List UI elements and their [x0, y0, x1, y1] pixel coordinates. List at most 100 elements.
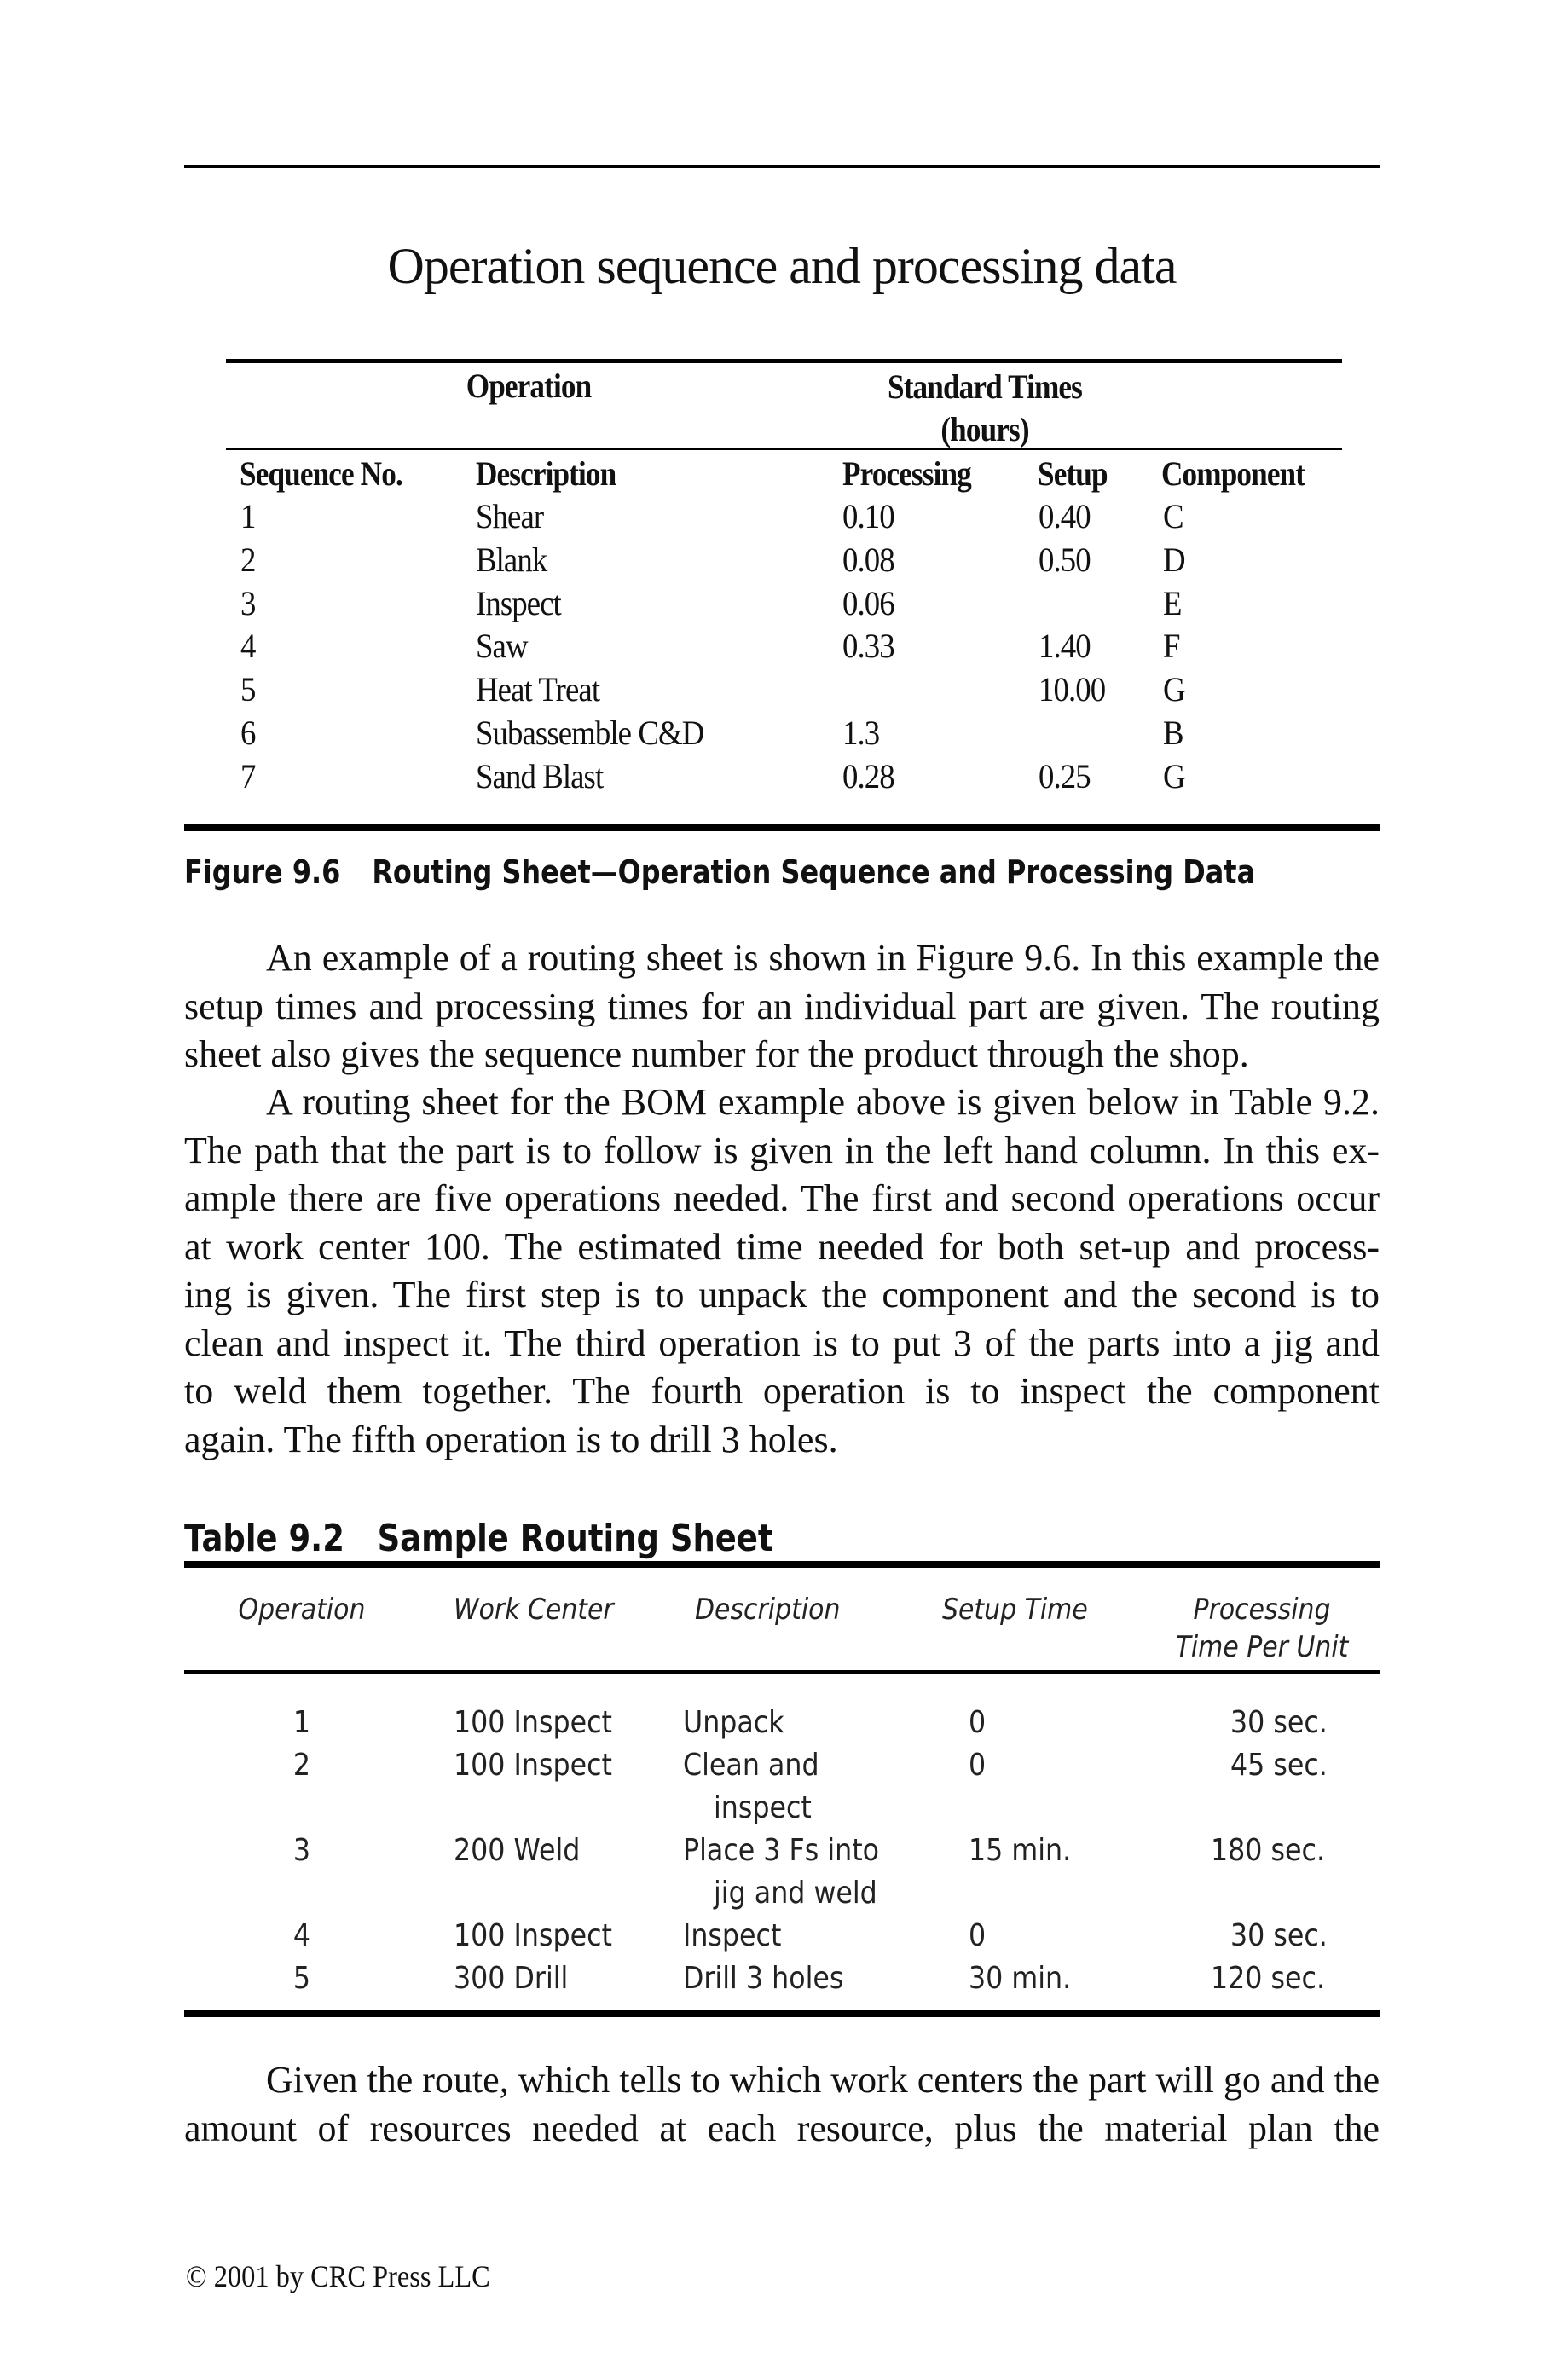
- cell-processing-time: 30 sec.: [1230, 1918, 1328, 1953]
- table1-mid-rule: [226, 448, 1342, 450]
- cell-processing: 0.08: [842, 541, 895, 579]
- paragraph-1: An example of a routing sheet is shown i…: [184, 934, 1380, 1079]
- copyright-footer: © 2001 by CRC Press LLC: [186, 2259, 490, 2293]
- cell-setup: 0.40: [1039, 497, 1091, 535]
- paragraph-line: at work center 100. The estimated time n…: [184, 1225, 1380, 1268]
- column-header-setup-time: Setup Time: [942, 1593, 1088, 1627]
- cell-description: Inspect: [683, 1918, 782, 1953]
- cell-work-center: 300 Drill: [454, 1961, 569, 1996]
- table2-title: Table 9.2 Sample Routing Sheet: [184, 1516, 773, 1562]
- cell-description-cont: jig and weld: [714, 1876, 877, 1911]
- cell-work-center: 100 Inspect: [454, 1918, 612, 1953]
- cell-processing: 0.10: [842, 497, 895, 535]
- paragraph-2: A routing sheet for the BOM example abov…: [184, 1078, 1380, 1464]
- cell-seq: 2: [240, 541, 256, 579]
- cell-description: Drill 3 holes: [683, 1961, 844, 1996]
- table1-top-rule: [226, 359, 1342, 363]
- paragraph-line: setup times and processing times for an …: [184, 985, 1380, 1027]
- cell-setup: 10.00: [1039, 670, 1106, 708]
- figure-caption-text: Routing Sheet—Operation Sequence and Pro…: [372, 853, 1256, 891]
- cell-component: B: [1163, 714, 1184, 752]
- group-header-standard-times: Standard Times: [888, 367, 1083, 406]
- column-header-description: Description: [695, 1593, 841, 1627]
- table1-bottom-rule: [184, 824, 1380, 831]
- cell-work-center: 200 Weld: [454, 1833, 581, 1868]
- cell-setup-time: 0: [969, 1748, 987, 1783]
- cell-setup-time: 30 min.: [969, 1961, 1072, 1996]
- cell-description: Blank: [476, 541, 547, 579]
- paragraph-line: sheet also gives the sequence number for…: [184, 1033, 1249, 1075]
- paragraph-line: A routing sheet for the BOM example abov…: [266, 1081, 1380, 1123]
- cell-setup-time: 0: [969, 1705, 987, 1740]
- column-header-work-center: Work Center: [454, 1593, 614, 1627]
- paragraph-line: to weld them together. The fourth operat…: [184, 1370, 1380, 1412]
- cell-operation: 4: [292, 1918, 311, 1953]
- column-header-description: Description: [476, 454, 616, 493]
- cell-description: Shear: [476, 497, 544, 535]
- paragraph-3: Given the route, which tells to which wo…: [184, 2056, 1380, 2153]
- cell-description: Sand Blast: [476, 757, 604, 795]
- paragraph-line: The path that the part is to follow is g…: [184, 1129, 1380, 1171]
- paragraph-line: clean and inspect it. The third operatio…: [184, 1321, 1380, 1364]
- cell-component: D: [1163, 541, 1186, 579]
- cell-seq: 7: [240, 757, 256, 795]
- table2-label: Table 9.2: [184, 1517, 344, 1560]
- column-header-processing: Processing: [842, 454, 972, 493]
- table2-top-rule: [184, 1561, 1380, 1568]
- cell-operation: 1: [292, 1705, 311, 1740]
- cell-component: E: [1163, 584, 1183, 622]
- cell-processing-time: 120 sec.: [1211, 1961, 1326, 1996]
- cell-description: Clean and: [683, 1748, 819, 1783]
- cell-seq: 4: [240, 627, 256, 665]
- table2-bottom-rule: [184, 2010, 1380, 2017]
- group-header-operation: Operation: [466, 367, 592, 405]
- page-title: Operation sequence and processing data: [387, 238, 1177, 294]
- paragraph-line: Given the route, which tells to which wo…: [266, 2059, 1380, 2101]
- cell-setup-time: 15 min.: [969, 1833, 1072, 1868]
- cell-operation: 5: [292, 1961, 311, 1996]
- cell-description: Inspect: [476, 584, 562, 622]
- cell-setup: 1.40: [1039, 627, 1091, 665]
- cell-work-center: 100 Inspect: [454, 1748, 612, 1783]
- column-header-component: Component: [1161, 454, 1305, 493]
- cell-setup: 0.50: [1039, 541, 1091, 579]
- cell-component: F: [1163, 627, 1180, 665]
- cell-seq: 1: [240, 497, 256, 535]
- table2-header-rule: [184, 1670, 1380, 1674]
- cell-description: Unpack: [683, 1705, 784, 1740]
- cell-description: Saw: [476, 627, 529, 665]
- cell-processing-time: 45 sec.: [1230, 1748, 1328, 1783]
- cell-processing: 1.3: [842, 714, 880, 752]
- cell-processing: 0.28: [842, 757, 895, 795]
- column-header-time-per-unit: Time Per Unit: [1175, 1630, 1349, 1664]
- paragraph-line: again. The fifth operation is to drill 3…: [184, 1418, 838, 1460]
- column-header-processing: Processing: [1193, 1593, 1331, 1627]
- paragraph-line: amount of resources needed at each resou…: [184, 2107, 1380, 2149]
- cell-description: Subassemble C&D: [476, 714, 704, 752]
- cell-seq: 5: [240, 670, 256, 708]
- cell-description: Place 3 Fs into: [683, 1833, 880, 1868]
- cell-setup-time: 0: [969, 1918, 987, 1953]
- cell-processing-time: 180 sec.: [1211, 1833, 1326, 1868]
- cell-setup: 0.25: [1039, 757, 1091, 795]
- column-header-setup: Setup: [1038, 454, 1108, 493]
- figure-label: Figure 9.6: [184, 853, 341, 891]
- cell-work-center: 100 Inspect: [454, 1705, 612, 1740]
- cell-description: Heat Treat: [476, 670, 600, 708]
- cell-processing-time: 30 sec.: [1230, 1705, 1328, 1740]
- cell-seq: 3: [240, 584, 256, 622]
- cell-description-cont: inspect: [714, 1790, 812, 1825]
- cell-processing: 0.06: [842, 584, 895, 622]
- group-header-hours: (hours): [940, 410, 1029, 448]
- top-rule: [184, 165, 1380, 168]
- cell-seq: 6: [240, 714, 256, 752]
- column-header-sequence-no: Sequence No.: [240, 454, 403, 493]
- table2-title-text: Sample Routing Sheet: [377, 1517, 773, 1560]
- column-header-operation: Operation: [238, 1593, 366, 1627]
- paragraph-line: ing is given. The first step is to unpac…: [184, 1274, 1380, 1315]
- paragraph-line: ample there are five operations needed. …: [184, 1177, 1380, 1219]
- cell-component: G: [1163, 757, 1186, 795]
- cell-processing: 0.33: [842, 627, 895, 665]
- cell-operation: 3: [292, 1833, 311, 1868]
- cell-component: C: [1163, 497, 1184, 535]
